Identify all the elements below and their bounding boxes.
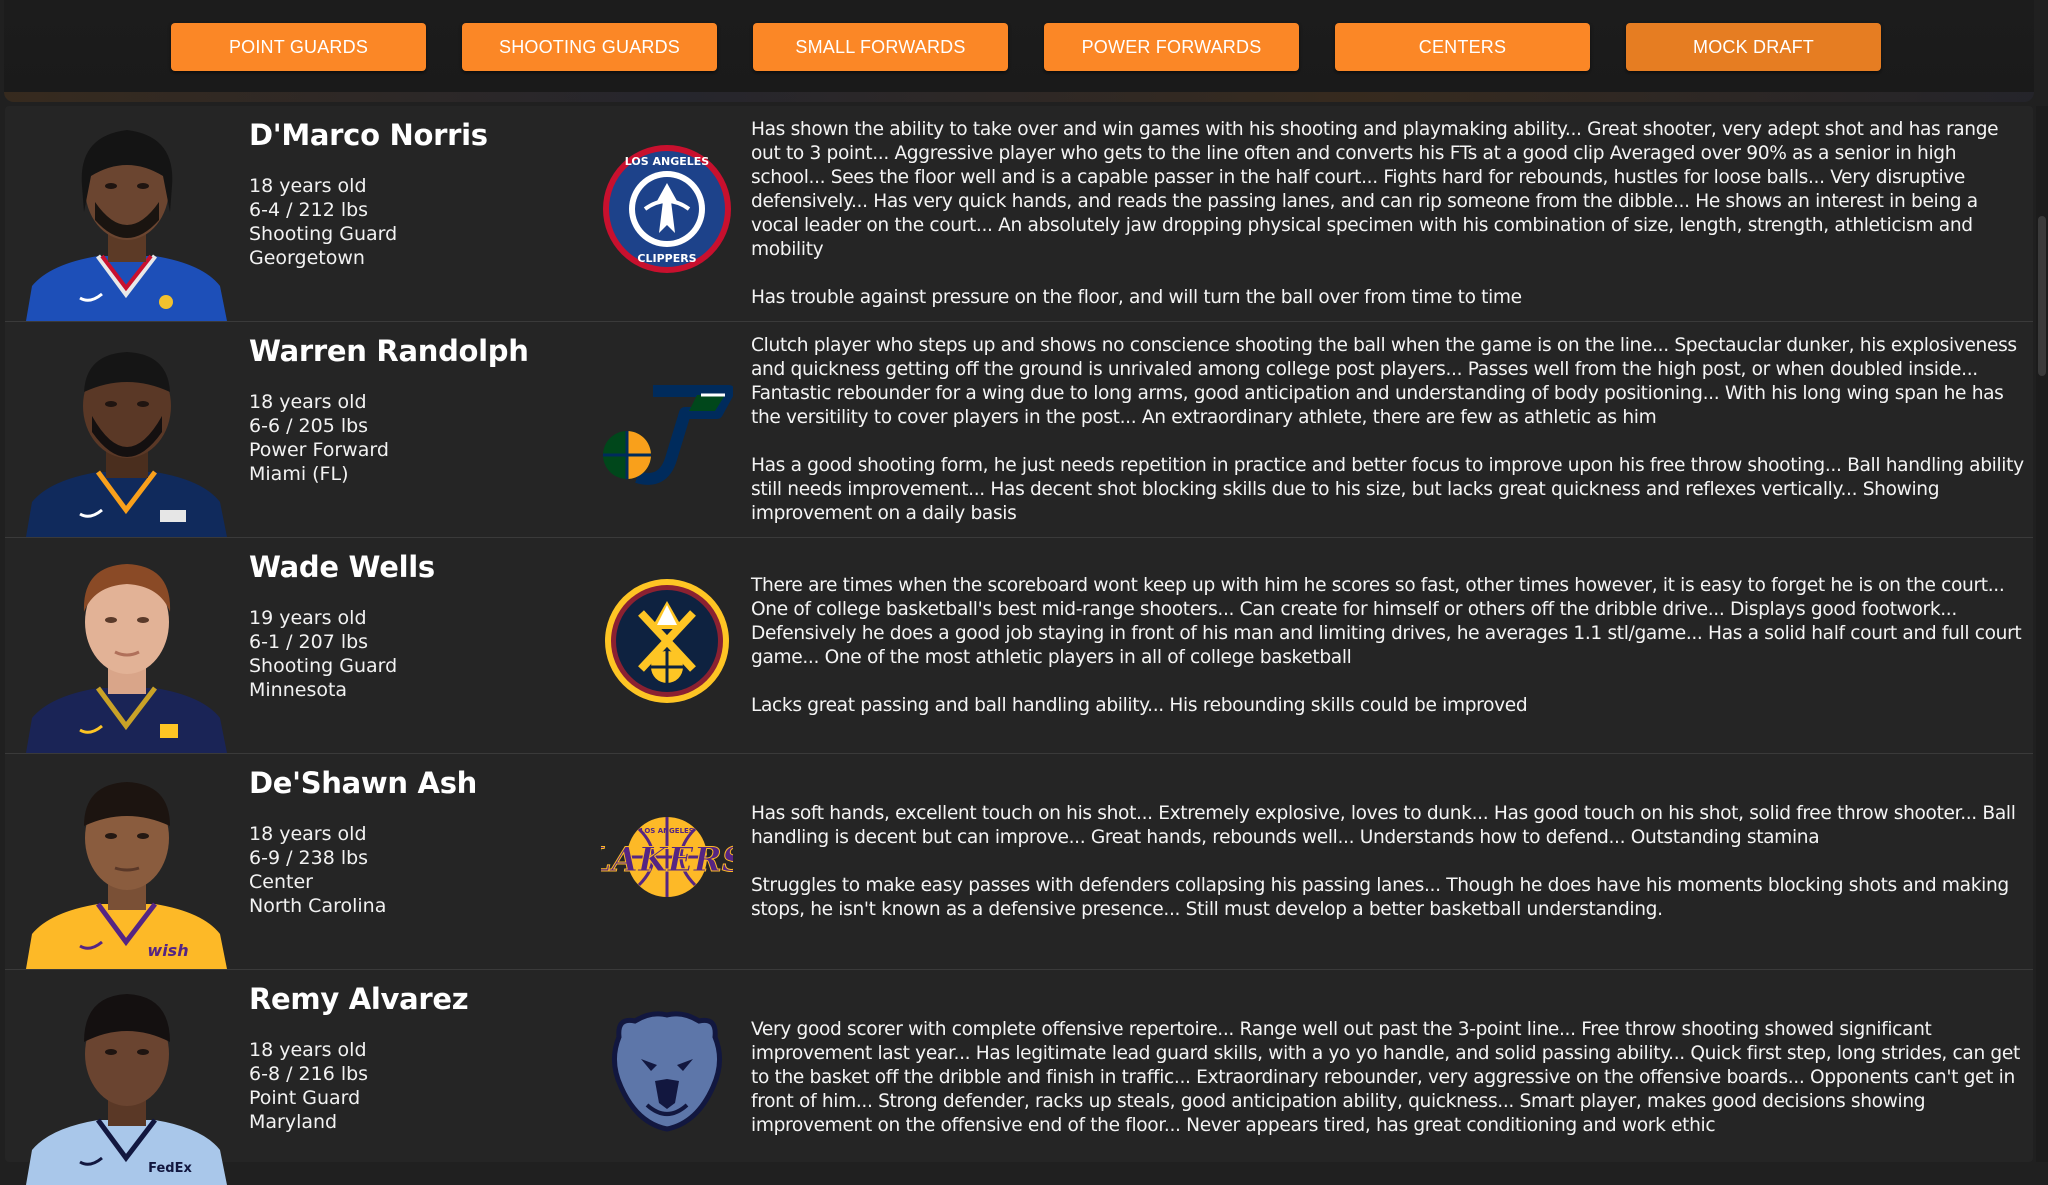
shooting-guards-button[interactable]: SHOOTING GUARDS bbox=[462, 23, 717, 71]
svg-text:CLIPPERS: CLIPPERS bbox=[637, 252, 696, 265]
scouting-report: Has shown the ability to take over and w… bbox=[751, 106, 2026, 321]
mock-draft-button[interactable]: MOCK DRAFT bbox=[1626, 23, 1881, 71]
strengths-text: Very good scorer with complete offensive… bbox=[751, 1018, 2020, 1136]
player-portrait: FedEx bbox=[20, 980, 233, 1185]
player-position: Power Forward bbox=[249, 439, 389, 461]
player-size: 6-8 / 216 lbs bbox=[249, 1063, 369, 1085]
player-age: 18 years old bbox=[249, 391, 367, 413]
player-school: Miami (FL) bbox=[249, 463, 349, 485]
grizzlies-logo-icon bbox=[601, 1007, 733, 1139]
nav-bar-glow bbox=[4, 92, 2034, 102]
centers-button[interactable]: CENTERS bbox=[1335, 23, 1590, 71]
player-info: 18 years old 6-4 / 212 lbs Shooting Guar… bbox=[249, 174, 397, 270]
player-age: 18 years old bbox=[249, 1039, 367, 1061]
player-info: 18 years old 6-6 / 205 lbs Power Forward… bbox=[249, 390, 389, 486]
prospect-row[interactable]: Wade Wells 19 years old 6-1 / 207 lbs Sh… bbox=[5, 538, 2033, 754]
scouting-report: Clutch player who steps up and shows no … bbox=[751, 322, 2026, 537]
clippers-logo-icon: LOS ANGELES CLIPPERS bbox=[601, 143, 733, 275]
player-name[interactable]: Wade Wells bbox=[249, 550, 435, 584]
player-portrait bbox=[20, 548, 233, 753]
player-name[interactable]: Warren Randolph bbox=[249, 334, 529, 368]
scouting-report: Very good scorer with complete offensive… bbox=[751, 970, 2026, 1185]
player-info: 18 years old 6-9 / 238 lbs Center North … bbox=[249, 822, 386, 918]
prospect-list: D'Marco Norris 18 years old 6-4 / 212 lb… bbox=[5, 106, 2033, 1185]
prospect-row[interactable]: wish De'Shawn Ash 18 years old 6-9 / 238… bbox=[5, 754, 2033, 970]
svg-text:LOS ANGELES: LOS ANGELES bbox=[625, 155, 710, 168]
weaknesses-text: Lacks great passing and ball handling ab… bbox=[751, 694, 1528, 716]
nuggets-logo-icon bbox=[601, 575, 733, 707]
svg-text:LAKERS: LAKERS bbox=[601, 840, 733, 880]
weaknesses-text: Struggles to make easy passes with defen… bbox=[751, 874, 2009, 920]
player-school: Minnesota bbox=[249, 679, 348, 701]
prospect-row[interactable]: FedEx Remy Alvarez 18 years old 6-8 / 21… bbox=[5, 970, 2033, 1185]
player-school: Georgetown bbox=[249, 247, 365, 269]
weaknesses-text: Has a good shooting form, he just needs … bbox=[751, 454, 2024, 524]
player-size: 6-9 / 238 lbs bbox=[249, 847, 369, 869]
small-forwards-button[interactable]: SMALL FORWARDS bbox=[753, 23, 1008, 71]
player-size: 6-4 / 212 lbs bbox=[249, 199, 369, 221]
player-size: 6-1 / 207 lbs bbox=[249, 631, 369, 653]
scouting-report: Has soft hands, excellent touch on his s… bbox=[751, 754, 2026, 969]
power-forwards-button[interactable]: POWER FORWARDS bbox=[1044, 23, 1299, 71]
player-name[interactable]: Remy Alvarez bbox=[249, 982, 469, 1016]
player-name[interactable]: D'Marco Norris bbox=[249, 118, 488, 152]
player-name[interactable]: De'Shawn Ash bbox=[249, 766, 477, 800]
jazz-logo-icon bbox=[601, 359, 735, 491]
strengths-text: Has soft hands, excellent touch on his s… bbox=[751, 802, 2016, 848]
strengths-text: Has shown the ability to take over and w… bbox=[751, 118, 1999, 260]
player-info: 18 years old 6-8 / 216 lbs Point Guard M… bbox=[249, 1038, 368, 1134]
svg-text:wish: wish bbox=[147, 941, 188, 960]
player-portrait bbox=[20, 116, 233, 321]
player-portrait bbox=[20, 332, 233, 537]
prospect-row[interactable]: D'Marco Norris 18 years old 6-4 / 212 lb… bbox=[5, 106, 2033, 322]
list-scrollbar[interactable] bbox=[2036, 106, 2048, 1162]
player-position: Shooting Guard bbox=[249, 223, 398, 245]
prospect-row[interactable]: Warren Randolph 18 years old 6-6 / 205 l… bbox=[5, 322, 2033, 538]
player-portrait: wish bbox=[20, 764, 233, 969]
svg-text:FedEx: FedEx bbox=[148, 1161, 192, 1176]
scroll-thumb[interactable] bbox=[2038, 216, 2046, 376]
player-size: 6-6 / 205 lbs bbox=[249, 415, 369, 437]
player-position: Center bbox=[249, 871, 313, 893]
point-guards-button[interactable]: POINT GUARDS bbox=[171, 23, 426, 71]
player-position: Point Guard bbox=[249, 1087, 361, 1109]
svg-text:LOS ANGELES: LOS ANGELES bbox=[640, 827, 694, 835]
player-info: 19 years old 6-1 / 207 lbs Shooting Guar… bbox=[249, 606, 397, 702]
strengths-text: Clutch player who steps up and shows no … bbox=[751, 334, 2017, 428]
lakers-logo-icon: LAKERS LOS ANGELES bbox=[586, 791, 747, 923]
player-school: Maryland bbox=[249, 1111, 338, 1133]
player-school: North Carolina bbox=[249, 895, 387, 917]
scouting-report: There are times when the scoreboard wont… bbox=[751, 538, 2026, 753]
player-age: 18 years old bbox=[249, 175, 367, 197]
weaknesses-text: Has trouble against pressure on the floo… bbox=[751, 286, 1522, 308]
strengths-text: There are times when the scoreboard wont… bbox=[751, 574, 2022, 668]
player-position: Shooting Guard bbox=[249, 655, 398, 677]
player-age: 19 years old bbox=[249, 607, 367, 629]
player-age: 18 years old bbox=[249, 823, 367, 845]
